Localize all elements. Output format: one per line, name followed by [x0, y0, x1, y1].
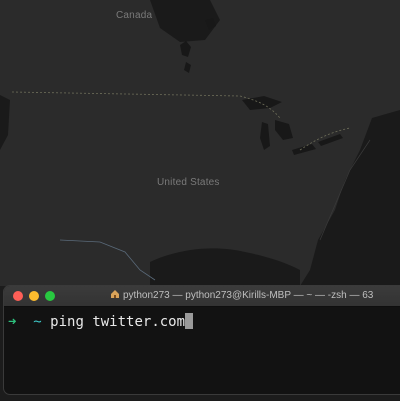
window-title-text: python273 — python273@Kirills-MBP — ~ — … [123, 290, 374, 301]
terminal-titlebar[interactable]: python273 — python273@Kirills-MBP — ~ — … [4, 286, 400, 307]
close-button[interactable] [13, 291, 23, 301]
map-label-canada: Canada [116, 10, 153, 21]
map-label-united-states: United States [157, 177, 220, 188]
text-cursor [185, 313, 194, 329]
window-title: python273 — python273@Kirills-MBP — ~ — … [110, 289, 373, 301]
terminal-content[interactable]: ➜ ~ ping twitter.com [4, 307, 400, 337]
prompt-cwd: ~ [33, 314, 42, 330]
zoom-button[interactable] [45, 291, 55, 301]
command-text: ping twitter.com [50, 314, 186, 330]
minimize-button[interactable] [29, 291, 39, 301]
home-folder-icon [111, 290, 119, 298]
terminal-window[interactable]: python273 — python273@Kirills-MBP — ~ — … [4, 286, 400, 394]
prompt-arrow: ➜ [8, 314, 17, 330]
